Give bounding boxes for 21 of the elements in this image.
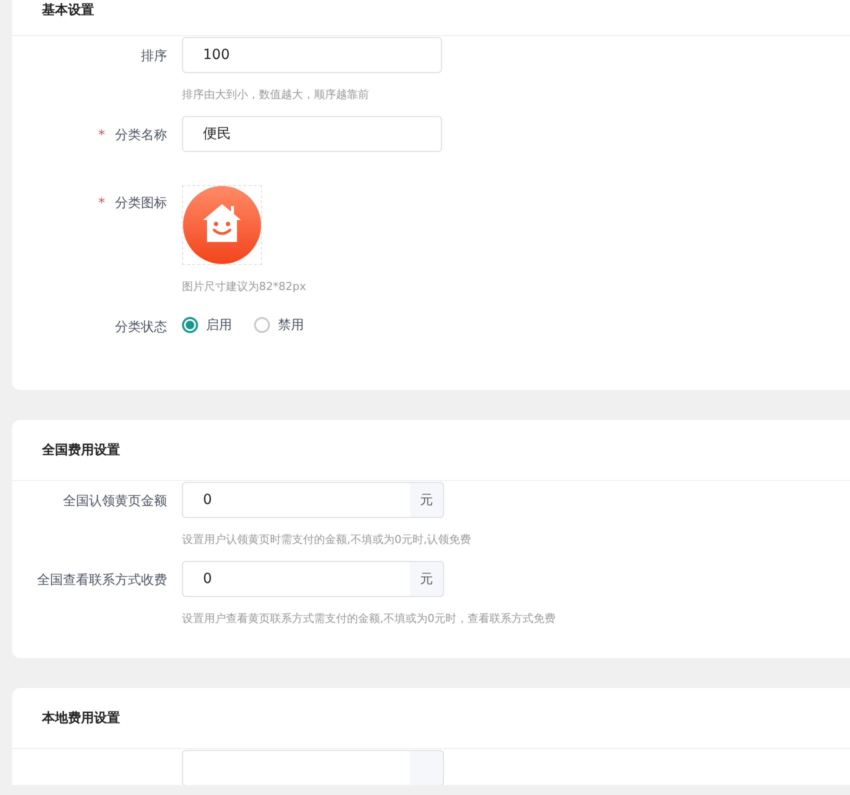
field-label: 分类状态 <box>115 320 167 335</box>
section-title: 基本设置 <box>42 2 94 19</box>
image-upload[interactable] <box>182 185 262 265</box>
section-title: 本地费用设置 <box>42 710 120 727</box>
required-mark: * <box>98 196 105 211</box>
help-text: 设置用户认领黄页时需支付的金额,不填或为0元时,认领免费 <box>182 532 471 547</box>
field-label: 全国查看联系方式收费 <box>37 573 167 588</box>
field-label: 分类图标 <box>115 196 167 211</box>
field-label: 全国认领黄页金额 <box>63 494 167 509</box>
field-label: 分类名称 <box>115 128 167 143</box>
radio-option[interactable]: 启用 <box>182 316 232 334</box>
required-mark: * <box>98 128 105 143</box>
input-field[interactable]: 100 <box>182 37 442 73</box>
field-label: 排序 <box>141 49 167 64</box>
section-title: 全国费用设置 <box>42 442 120 459</box>
house-smiley-icon <box>183 186 261 264</box>
help-text: 设置用户查看黄页联系方式需支付的金额,不填或为0元时，查看联系方式免费 <box>182 611 556 626</box>
help-text: 图片尺寸建议为82*82px <box>182 279 306 294</box>
input-field[interactable]: 便民 <box>182 116 442 152</box>
help-text: 排序由大到小，数值越大，顺序越靠前 <box>182 87 370 102</box>
radio-option[interactable]: 禁用 <box>254 316 304 334</box>
